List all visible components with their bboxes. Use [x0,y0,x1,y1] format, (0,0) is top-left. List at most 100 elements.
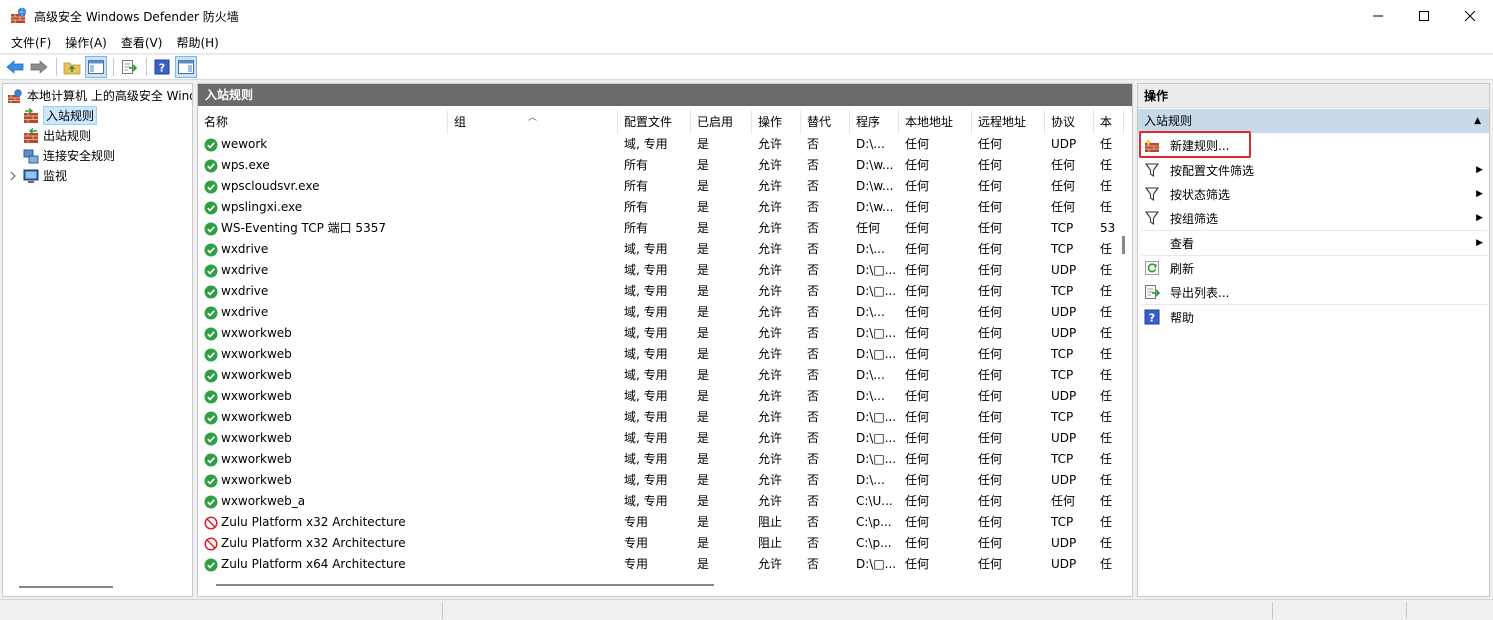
menu-view[interactable]: 查看(V) [114,32,170,54]
status-separator [1406,602,1407,619]
export-list-icon[interactable] [118,56,140,78]
rule-program: C:\U... [856,494,893,508]
back-arrow-icon[interactable] [4,56,26,78]
table-row[interactable]: Zulu Platform x32 Architecture 专用 是 阻止 否 C:\p… [198,533,1116,554]
rule-protocol: 任何 [1051,158,1076,172]
table-row[interactable]: wxworkweb 域, 专用 是 允许 否 D:\□... 任何 任何 TCP 任 [198,344,1116,365]
rule-local-port: 任 [1100,473,1113,487]
action-filter-by-group[interactable]: 按组筛选 ▶ [1138,206,1489,230]
rule-enabled: 是 [697,200,710,214]
sort-ascending-icon: ︿ [528,113,538,123]
column-header-action[interactable]: 操作 [752,110,801,134]
table-row[interactable]: Zulu Platform x64 Architecture 专用 是 允许 否 D:\□… [198,554,1116,575]
table-row[interactable]: wpslingxi.exe 所有 是 允许 否 D:\w... 任何 任何 任何 任 [198,197,1116,218]
rule-profile: 专用 [624,515,649,529]
rule-local-port: 任 [1100,263,1113,277]
table-row[interactable]: wxworkweb 域, 专用 是 允许 否 D:\... 任何 任何 UDP 任 [198,386,1116,407]
tree-item-inbound-rules[interactable]: 入站规则 [23,106,98,125]
column-header-local-port[interactable]: 本 [1094,110,1124,134]
column-header-local-address[interactable]: 本地地址 [899,110,972,134]
forward-arrow-icon[interactable] [28,56,50,78]
table-row[interactable]: wxworkweb_a 域, 专用 是 允许 否 C:\U... 任何 任何 任何 任 [198,491,1116,512]
rule-program: D:\□... [856,410,897,424]
rule-name: WS-Eventing TCP 端口 5357 [221,221,386,235]
actions-section-inbound-rules[interactable]: 入站规则 ▲ [1138,109,1489,133]
table-row[interactable]: wxdrive 域, 专用 是 允许 否 D:\□... 任何 任何 TCP 任 [198,281,1116,302]
tree-horizontal-scrollbar[interactable] [19,586,113,588]
column-header-program[interactable]: 程序 [850,110,899,134]
horizontal-scrollbar[interactable] [216,584,714,586]
filter-icon [1144,186,1160,202]
actions-panel: 操作 入站规则 ▲ 新建规则... 按配置文件筛选 ▶ 按状态筛选 ▶ 按组筛选… [1137,83,1490,597]
rule-action: 允许 [758,389,783,403]
tree-root[interactable]: 本地计算机 上的高级安全 Wind [7,86,192,105]
column-header-remote-address[interactable]: 远程地址 [972,110,1045,134]
table-row[interactable]: WS-Eventing TCP 端口 5357 所有 是 允许 否 任何 任何 任何 TCP 53 [198,218,1116,239]
rule-local-address: 任何 [905,473,930,487]
table-row[interactable]: wxdrive 域, 专用 是 允许 否 D:\... 任何 任何 UDP 任 [198,302,1116,323]
action-filter-by-state[interactable]: 按状态筛选 ▶ [1138,182,1489,206]
close-icon[interactable] [1447,0,1493,32]
table-row[interactable]: wps.exe 所有 是 允许 否 D:\w... 任何 任何 任何 任 [198,155,1116,176]
menu-action[interactable]: 操作(A) [58,32,114,54]
table-row[interactable]: wpscloudsvr.exe 所有 是 允许 否 D:\w... 任何 任何 任何 任 [198,176,1116,197]
minimize-icon[interactable] [1355,0,1401,32]
rule-group [448,218,618,239]
column-header-profile[interactable]: 配置文件 [618,110,691,134]
rule-protocol: TCP [1051,221,1074,235]
actions-header: 操作 [1138,84,1489,108]
tree-item-outbound-rules[interactable]: 出站规则 [23,126,91,145]
up-folder-icon[interactable] [61,56,83,78]
svg-text:?: ? [159,62,165,75]
rule-override: 否 [807,179,820,193]
rule-protocol: UDP [1051,557,1077,571]
table-row[interactable]: wxworkweb 域, 专用 是 允许 否 D:\□... 任何 任何 UDP 任 [198,428,1116,449]
rule-enabled: 是 [697,389,710,403]
table-row[interactable]: wxworkweb 域, 专用 是 允许 否 D:\□... 任何 任何 TCP 任 [198,407,1116,428]
column-header-protocol[interactable]: 协议 [1045,110,1094,134]
rule-override: 否 [807,137,820,151]
vertical-scrollbar[interactable] [1122,236,1125,254]
rule-name: Zulu Platform x64 Architecture [221,557,406,571]
help-icon[interactable]: ? [151,56,173,78]
rule-name: wpslingxi.exe [221,200,303,214]
table-row[interactable]: Zulu Platform x32 Architecture 专用 是 阻止 否 C:\p… [198,512,1116,533]
rule-protocol: TCP [1051,515,1074,529]
action-refresh[interactable]: 刷新 [1138,256,1489,280]
table-row[interactable]: wxworkweb 域, 专用 是 允许 否 D:\... 任何 任何 UDP 任 [198,470,1116,491]
rule-name-cell: wxworkweb [198,344,448,365]
table-row[interactable]: wxdrive 域, 专用 是 允许 否 D:\□... 任何 任何 UDP 任 [198,260,1116,281]
table-row[interactable]: wxdrive 域, 专用 是 允许 否 D:\... 任何 任何 TCP 任 [198,239,1116,260]
rule-protocol: 任何 [1051,494,1076,508]
table-row[interactable]: wxworkweb 域, 专用 是 允许 否 D:\□... 任何 任何 TCP 任 [198,449,1116,470]
action-help[interactable]: ? 帮助 [1138,305,1489,329]
maximize-icon[interactable] [1401,0,1447,32]
column-header-override[interactable]: 替代 [801,110,850,134]
collapse-up-icon[interactable]: ▲ [1474,109,1481,133]
rule-override: 否 [807,242,820,256]
rule-name: wxworkweb [221,347,292,361]
column-header-name[interactable]: 名称 [198,110,448,134]
show-hide-action-pane-icon[interactable] [175,56,197,78]
menu-help[interactable]: 帮助(H) [169,32,225,54]
expand-chevron-icon[interactable] [9,171,19,181]
table-row[interactable]: wxworkweb 域, 专用 是 允许 否 D:\... 任何 任何 TCP 任 [198,365,1116,386]
action-export-list[interactable]: 导出列表... [1138,280,1489,304]
tree-item-monitoring[interactable]: 监视 [9,166,67,185]
rule-local-address: 任何 [905,158,930,172]
help-icon: ? [1144,309,1160,325]
column-header-enabled[interactable]: 已启用 [691,110,752,134]
filter-icon [1144,210,1160,226]
action-view[interactable]: 查看 ▶ [1138,231,1489,255]
rule-program: D:\□... [856,452,897,466]
show-hide-tree-icon[interactable] [85,56,107,78]
action-filter-by-profile[interactable]: 按配置文件筛选 ▶ [1138,158,1489,182]
rule-protocol: UDP [1051,389,1077,403]
toolbar-separator [113,58,114,76]
table-row[interactable]: wework 域, 专用 是 允许 否 D:\... 任何 任何 UDP 任 [198,134,1116,155]
rule-local-port: 任 [1100,368,1113,382]
tree-item-connection-security-rules[interactable]: 连接安全规则 [23,146,115,165]
rule-name-cell: Zulu Platform x64 Architecture [198,554,448,575]
menu-file[interactable]: 文件(F) [4,32,58,54]
table-row[interactable]: wxworkweb 域, 专用 是 允许 否 D:\□... 任何 任何 UDP 任 [198,323,1116,344]
